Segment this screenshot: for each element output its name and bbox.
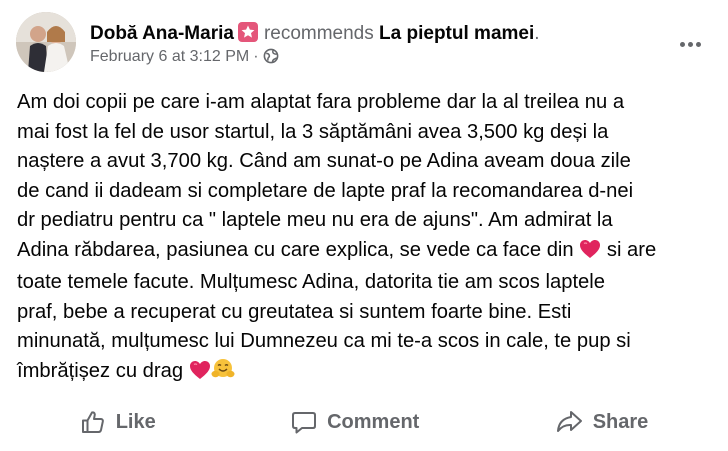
avatar-photo	[16, 12, 76, 72]
comment-label: Comment	[327, 410, 420, 433]
post-text-line: dr pediatru pentru ca " laptele meu nu e…	[17, 209, 613, 231]
thumbs-up-icon	[80, 409, 106, 435]
post-meta: February 6 at 3:12 PM ·	[90, 47, 279, 70]
post-timestamp[interactable]: February 6 at 3:12 PM	[90, 48, 249, 65]
post-text-segment: Adina răbdarea, pasiunea cu care explica…	[17, 238, 574, 261]
like-label: Like	[115, 410, 156, 433]
share-label: Share	[592, 410, 649, 433]
author-name[interactable]: Dobă Ana-Maria	[90, 23, 234, 44]
more-dot	[679, 41, 685, 47]
post-text-line-with-heart: Adina răbdarea, pasiunea cu care explica…	[17, 236, 717, 269]
title-period: .	[534, 23, 540, 44]
post-text-line: praf, bebe a recuperat cu greutatea si s…	[17, 300, 572, 323]
meta-separator: ·	[253, 48, 259, 65]
hugging-face-icon	[211, 358, 235, 390]
share-button[interactable]: Share	[535, 401, 669, 443]
red-heart-icon	[189, 360, 211, 390]
more-dot	[687, 41, 693, 47]
red-heart-icon	[579, 239, 601, 269]
star-recommend-icon	[237, 22, 258, 42]
post-title-line: Dobă Ana-Maria recommends La pieptul mame…	[90, 22, 540, 46]
post-body: Am doi copii pe care i-am alaptat fara p…	[17, 88, 717, 389]
post-text-line: naștere a avut 3,700 kg. Când am sunat-o…	[17, 150, 631, 172]
post-text-line: toate temele facute. Mulțumesc Adina, da…	[17, 271, 605, 293]
post-text-line-with-emoji: îmbrățișez cu drag	[17, 357, 717, 390]
comment-bubble-icon	[291, 409, 317, 435]
like-button[interactable]: Like	[60, 401, 176, 443]
share-arrow-icon	[555, 409, 583, 435]
post-text-line: minunată, mulțumesc lui Dumnezeu ca mi t…	[17, 330, 631, 352]
post-text-line: de cand ii dadeam si completare de lapte…	[17, 179, 634, 202]
recommends-label: recommends	[263, 23, 374, 44]
post-text-line: Am doi copii pe care i-am alaptat fara p…	[17, 91, 625, 113]
post-text-segment: si are	[606, 238, 657, 261]
more-options-button[interactable]	[672, 26, 708, 62]
comment-button[interactable]: Comment	[271, 401, 439, 443]
post-text-line: mai fost la fel de usor startul, la 3 să…	[17, 120, 609, 143]
post-text-segment: îmbrățișez cu drag	[17, 359, 184, 382]
globe-icon	[263, 48, 279, 70]
post-header: Dobă Ana-Maria recommends La pieptul mame…	[16, 12, 712, 72]
page-name-link[interactable]: La pieptul mamei	[379, 23, 534, 44]
more-dot	[695, 41, 701, 47]
avatar[interactable]	[16, 12, 76, 72]
post-action-bar: Like Comment Share	[0, 396, 728, 448]
